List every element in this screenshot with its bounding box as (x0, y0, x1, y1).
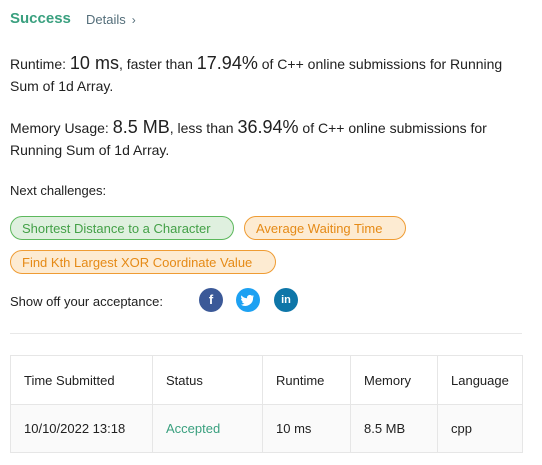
table-row: 10/10/2022 13:18 Accepted 10 ms 8.5 MB c… (10, 404, 523, 453)
memory-connector: , less than (169, 120, 234, 136)
challenge-tag-find-kth-largest-xor[interactable]: Find Kth Largest XOR Coordinate Value (10, 250, 276, 274)
memory-summary: Memory Usage: 8.5 MB, less than 36.94% o… (10, 116, 520, 161)
facebook-icon[interactable]: f (199, 288, 223, 312)
runtime-percent: 17.94% (196, 53, 258, 73)
cell-language: cpp (437, 404, 523, 453)
memory-label: Memory Usage: (10, 120, 109, 136)
share-label: Show off your acceptance: (10, 294, 163, 309)
runtime-summary: Runtime: 10 ms, faster than 17.94% of C+… (10, 52, 520, 97)
twitter-bird-glyph (241, 294, 254, 306)
column-header-runtime: Runtime (262, 355, 351, 405)
column-header-status: Status (152, 355, 263, 405)
details-link[interactable]: Details › (86, 12, 136, 27)
runtime-label: Runtime: (10, 56, 67, 72)
runtime-connector: , faster than (118, 56, 193, 72)
chevron-right-icon: › (131, 12, 136, 27)
challenge-tag-shortest-distance[interactable]: Shortest Distance to a Character (10, 216, 234, 240)
cell-memory: 8.5 MB (350, 404, 438, 453)
submissions-table: Time Submitted Status Runtime Memory Lan… (10, 355, 523, 453)
memory-value: 8.5 MB (112, 117, 170, 137)
challenge-tag-average-waiting-time[interactable]: Average Waiting Time (244, 216, 406, 240)
next-challenges-label: Next challenges: (10, 183, 107, 198)
twitter-icon[interactable] (236, 288, 260, 312)
column-header-language: Language (437, 355, 523, 405)
submission-status-title: Success (10, 10, 71, 27)
details-label: Details (86, 12, 126, 27)
column-header-memory: Memory (350, 355, 438, 405)
section-divider (10, 333, 522, 334)
cell-runtime: 10 ms (262, 404, 351, 453)
cell-time-submitted: 10/10/2022 13:18 (10, 404, 153, 453)
table-header-row: Time Submitted Status Runtime Memory Lan… (10, 355, 523, 405)
memory-percent: 36.94% (237, 117, 299, 137)
runtime-value: 10 ms (69, 53, 119, 73)
cell-status-accepted[interactable]: Accepted (152, 404, 263, 453)
column-header-time: Time Submitted (10, 355, 153, 405)
linkedin-icon[interactable]: in (274, 288, 298, 312)
